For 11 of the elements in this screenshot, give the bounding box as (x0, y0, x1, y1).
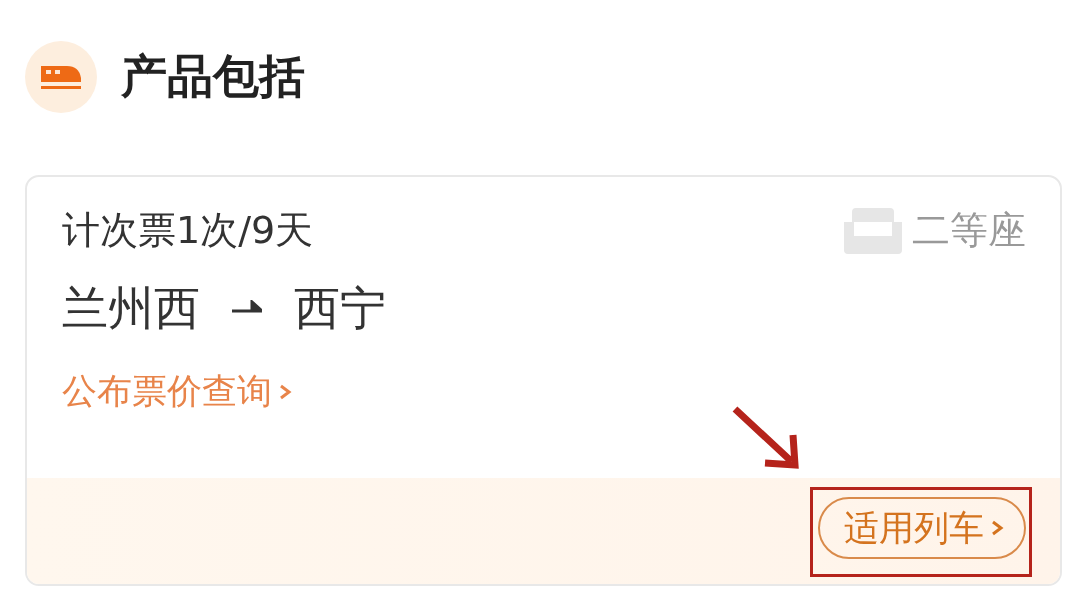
fare-lookup-link[interactable]: 公布票价查询 (62, 368, 292, 415)
ticket-type: 计次票1次/9天 (62, 207, 314, 254)
arrival-station: 西宁 (294, 280, 386, 337)
applicable-trains-button[interactable]: 适用列车 (818, 497, 1026, 559)
direction-arrow-icon (232, 300, 262, 314)
seat-class: 二等座 (912, 207, 1026, 254)
annotation-arrow (731, 405, 801, 471)
section-title: 产品包括 (121, 48, 305, 105)
chevron-right-icon (990, 518, 1004, 538)
seat-icon (844, 205, 902, 256)
departure-station: 兰州西 (62, 280, 200, 337)
